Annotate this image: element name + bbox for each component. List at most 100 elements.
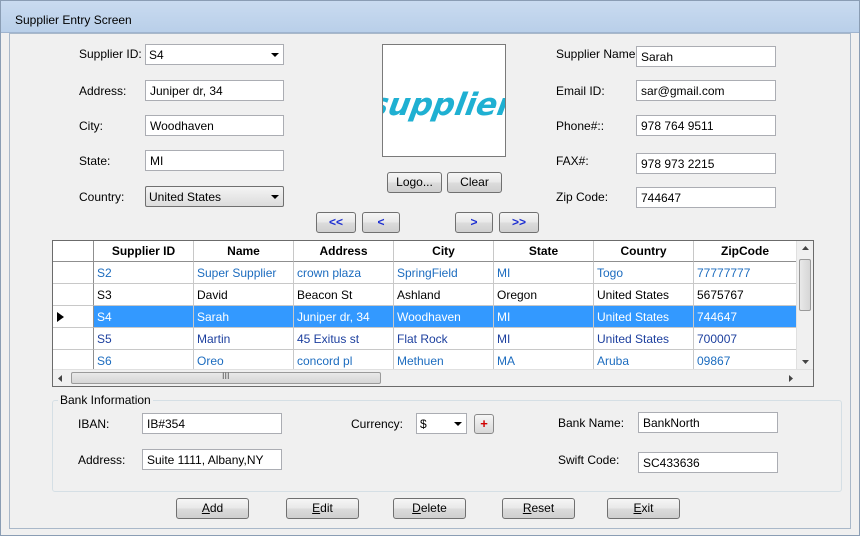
column-header-country[interactable]: Country bbox=[594, 241, 694, 262]
cell-state[interactable]: MI bbox=[494, 306, 594, 328]
delete-button[interactable]: Delete bbox=[393, 498, 466, 519]
cell-country[interactable]: United States bbox=[594, 306, 694, 328]
chevron-down-icon bbox=[271, 195, 279, 199]
supplier-id-select[interactable]: S4 bbox=[145, 44, 284, 65]
cell-city[interactable]: SpringField bbox=[394, 262, 494, 284]
bank-name-field[interactable]: BankNorth bbox=[638, 412, 778, 433]
bank-address-field[interactable]: Suite 1111, Albany,NY bbox=[142, 449, 282, 470]
email-label: Email ID: bbox=[556, 84, 605, 98]
cell-supplier-id[interactable]: S5 bbox=[94, 328, 194, 350]
supplier-name-field[interactable]: Sarah bbox=[636, 46, 776, 67]
row-header[interactable] bbox=[53, 262, 94, 284]
table-row-selected[interactable]: S4 Sarah Juniper dr, 34 Woodhaven MI Uni… bbox=[53, 306, 797, 328]
column-header-zipcode[interactable]: ZipCode bbox=[694, 241, 797, 262]
table-row[interactable]: S2 Super Supplier crown plaza SpringFiel… bbox=[53, 262, 797, 284]
swift-code-field[interactable]: SC433636 bbox=[638, 452, 778, 473]
currency-value: $ bbox=[420, 417, 427, 431]
logo-picture: supplier bbox=[382, 44, 506, 157]
grid-corner bbox=[53, 241, 94, 262]
supplier-name-label: Supplier Name: bbox=[556, 47, 639, 61]
grid-vertical-scrollbar[interactable] bbox=[796, 241, 813, 369]
cell-city[interactable]: Flat Rock bbox=[394, 328, 494, 350]
reset-button[interactable]: Reset bbox=[502, 498, 575, 519]
country-value: United States bbox=[149, 190, 222, 204]
grid-header-row: Supplier ID Name Address City State Coun… bbox=[53, 241, 797, 262]
email-field[interactable]: sar@gmail.com bbox=[636, 80, 776, 101]
suppliers-grid[interactable]: Supplier ID Name Address City State Coun… bbox=[52, 240, 814, 387]
cell-zipcode[interactable]: 744647 bbox=[694, 306, 797, 328]
row-header[interactable] bbox=[53, 328, 94, 350]
cell-zipcode[interactable]: 700007 bbox=[694, 328, 797, 350]
window-title: Supplier Entry Screen bbox=[15, 13, 132, 27]
city-label: City: bbox=[79, 119, 103, 133]
first-record-button[interactable]: << bbox=[316, 212, 356, 233]
cell-name[interactable]: David bbox=[194, 284, 294, 306]
cell-name[interactable]: Super Supplier bbox=[194, 262, 294, 284]
cell-supplier-id[interactable]: S3 bbox=[94, 284, 194, 306]
current-row-icon bbox=[57, 312, 64, 322]
column-header-state[interactable]: State bbox=[494, 241, 594, 262]
state-field[interactable]: MI bbox=[145, 150, 284, 171]
table-row[interactable]: S5 Martin 45 Exitus st Flat Rock MI Unit… bbox=[53, 328, 797, 350]
last-record-button[interactable]: >> bbox=[499, 212, 539, 233]
exit-button[interactable]: Exit bbox=[607, 498, 680, 519]
cell-address[interactable]: 45 Exitus st bbox=[294, 328, 394, 350]
column-header-supplier-id[interactable]: Supplier ID bbox=[94, 241, 194, 262]
cell-name[interactable]: Sarah bbox=[194, 306, 294, 328]
cell-state[interactable]: MI bbox=[494, 328, 594, 350]
cell-state[interactable]: MI bbox=[494, 262, 594, 284]
fax-field[interactable]: 978 973 2215 bbox=[636, 153, 776, 174]
row-header[interactable] bbox=[53, 284, 94, 306]
cell-city[interactable]: Woodhaven bbox=[394, 306, 494, 328]
cell-zipcode[interactable]: 77777777 bbox=[694, 262, 797, 284]
next-record-button[interactable]: > bbox=[455, 212, 493, 233]
logo-button[interactable]: Logo... bbox=[387, 172, 442, 193]
clear-logo-button[interactable]: Clear bbox=[447, 172, 502, 193]
currency-select[interactable]: $ bbox=[416, 413, 467, 434]
chevron-down-icon bbox=[271, 53, 279, 57]
cell-zipcode[interactable]: 5675767 bbox=[694, 284, 797, 306]
cell-address[interactable]: Juniper dr, 34 bbox=[294, 306, 394, 328]
fax-label: FAX#: bbox=[556, 154, 589, 168]
swift-code-label: Swift Code: bbox=[558, 453, 620, 467]
vertical-scroll-thumb[interactable] bbox=[799, 259, 811, 311]
title-bar[interactable]: Supplier Entry Screen bbox=[1, 1, 859, 33]
scroll-grip: III bbox=[222, 371, 230, 381]
cell-address[interactable]: Beacon St bbox=[294, 284, 394, 306]
table-row[interactable]: S3 David Beacon St Ashland Oregon United… bbox=[53, 284, 797, 306]
phone-field[interactable]: 978 764 9511 bbox=[636, 115, 776, 136]
horizontal-scroll-thumb[interactable]: III bbox=[71, 371, 381, 384]
country-select[interactable]: United States bbox=[145, 186, 284, 207]
cell-address[interactable]: crown plaza bbox=[294, 262, 394, 284]
currency-label: Currency: bbox=[351, 417, 404, 431]
zip-label: Zip Code: bbox=[556, 190, 609, 204]
cell-country[interactable]: United States bbox=[594, 328, 694, 350]
cell-country[interactable]: United States bbox=[594, 284, 694, 306]
svg-text:supplier: supplier bbox=[383, 87, 505, 123]
add-button[interactable]: Add bbox=[176, 498, 249, 519]
city-field[interactable]: Woodhaven bbox=[145, 115, 284, 136]
supplier-entry-window: Supplier Entry Screen Supplier ID: S4 Ad… bbox=[0, 0, 860, 536]
state-label: State: bbox=[79, 154, 111, 168]
add-currency-button[interactable]: + bbox=[474, 414, 494, 434]
chevron-down-icon bbox=[454, 422, 462, 426]
cell-supplier-id[interactable]: S4 bbox=[94, 306, 194, 328]
supplier-logo: supplier bbox=[383, 87, 505, 123]
column-header-name[interactable]: Name bbox=[194, 241, 294, 262]
iban-field[interactable]: IB#354 bbox=[142, 413, 282, 434]
zip-field[interactable]: 744647 bbox=[636, 187, 776, 208]
edit-button[interactable]: Edit bbox=[286, 498, 359, 519]
cell-state[interactable]: Oregon bbox=[494, 284, 594, 306]
previous-record-button[interactable]: < bbox=[362, 212, 400, 233]
form-panel: Supplier ID: S4 Address: Juniper dr, 34 … bbox=[9, 33, 851, 529]
column-header-city[interactable]: City bbox=[394, 241, 494, 262]
row-header[interactable] bbox=[53, 306, 94, 328]
address-field[interactable]: Juniper dr, 34 bbox=[145, 80, 284, 101]
cell-name[interactable]: Martin bbox=[194, 328, 294, 350]
cell-supplier-id[interactable]: S2 bbox=[94, 262, 194, 284]
cell-city[interactable]: Ashland bbox=[394, 284, 494, 306]
grid-horizontal-scrollbar[interactable]: III bbox=[53, 369, 813, 386]
column-header-address[interactable]: Address bbox=[294, 241, 394, 262]
cell-country[interactable]: Togo bbox=[594, 262, 694, 284]
iban-label: IBAN: bbox=[78, 417, 110, 431]
